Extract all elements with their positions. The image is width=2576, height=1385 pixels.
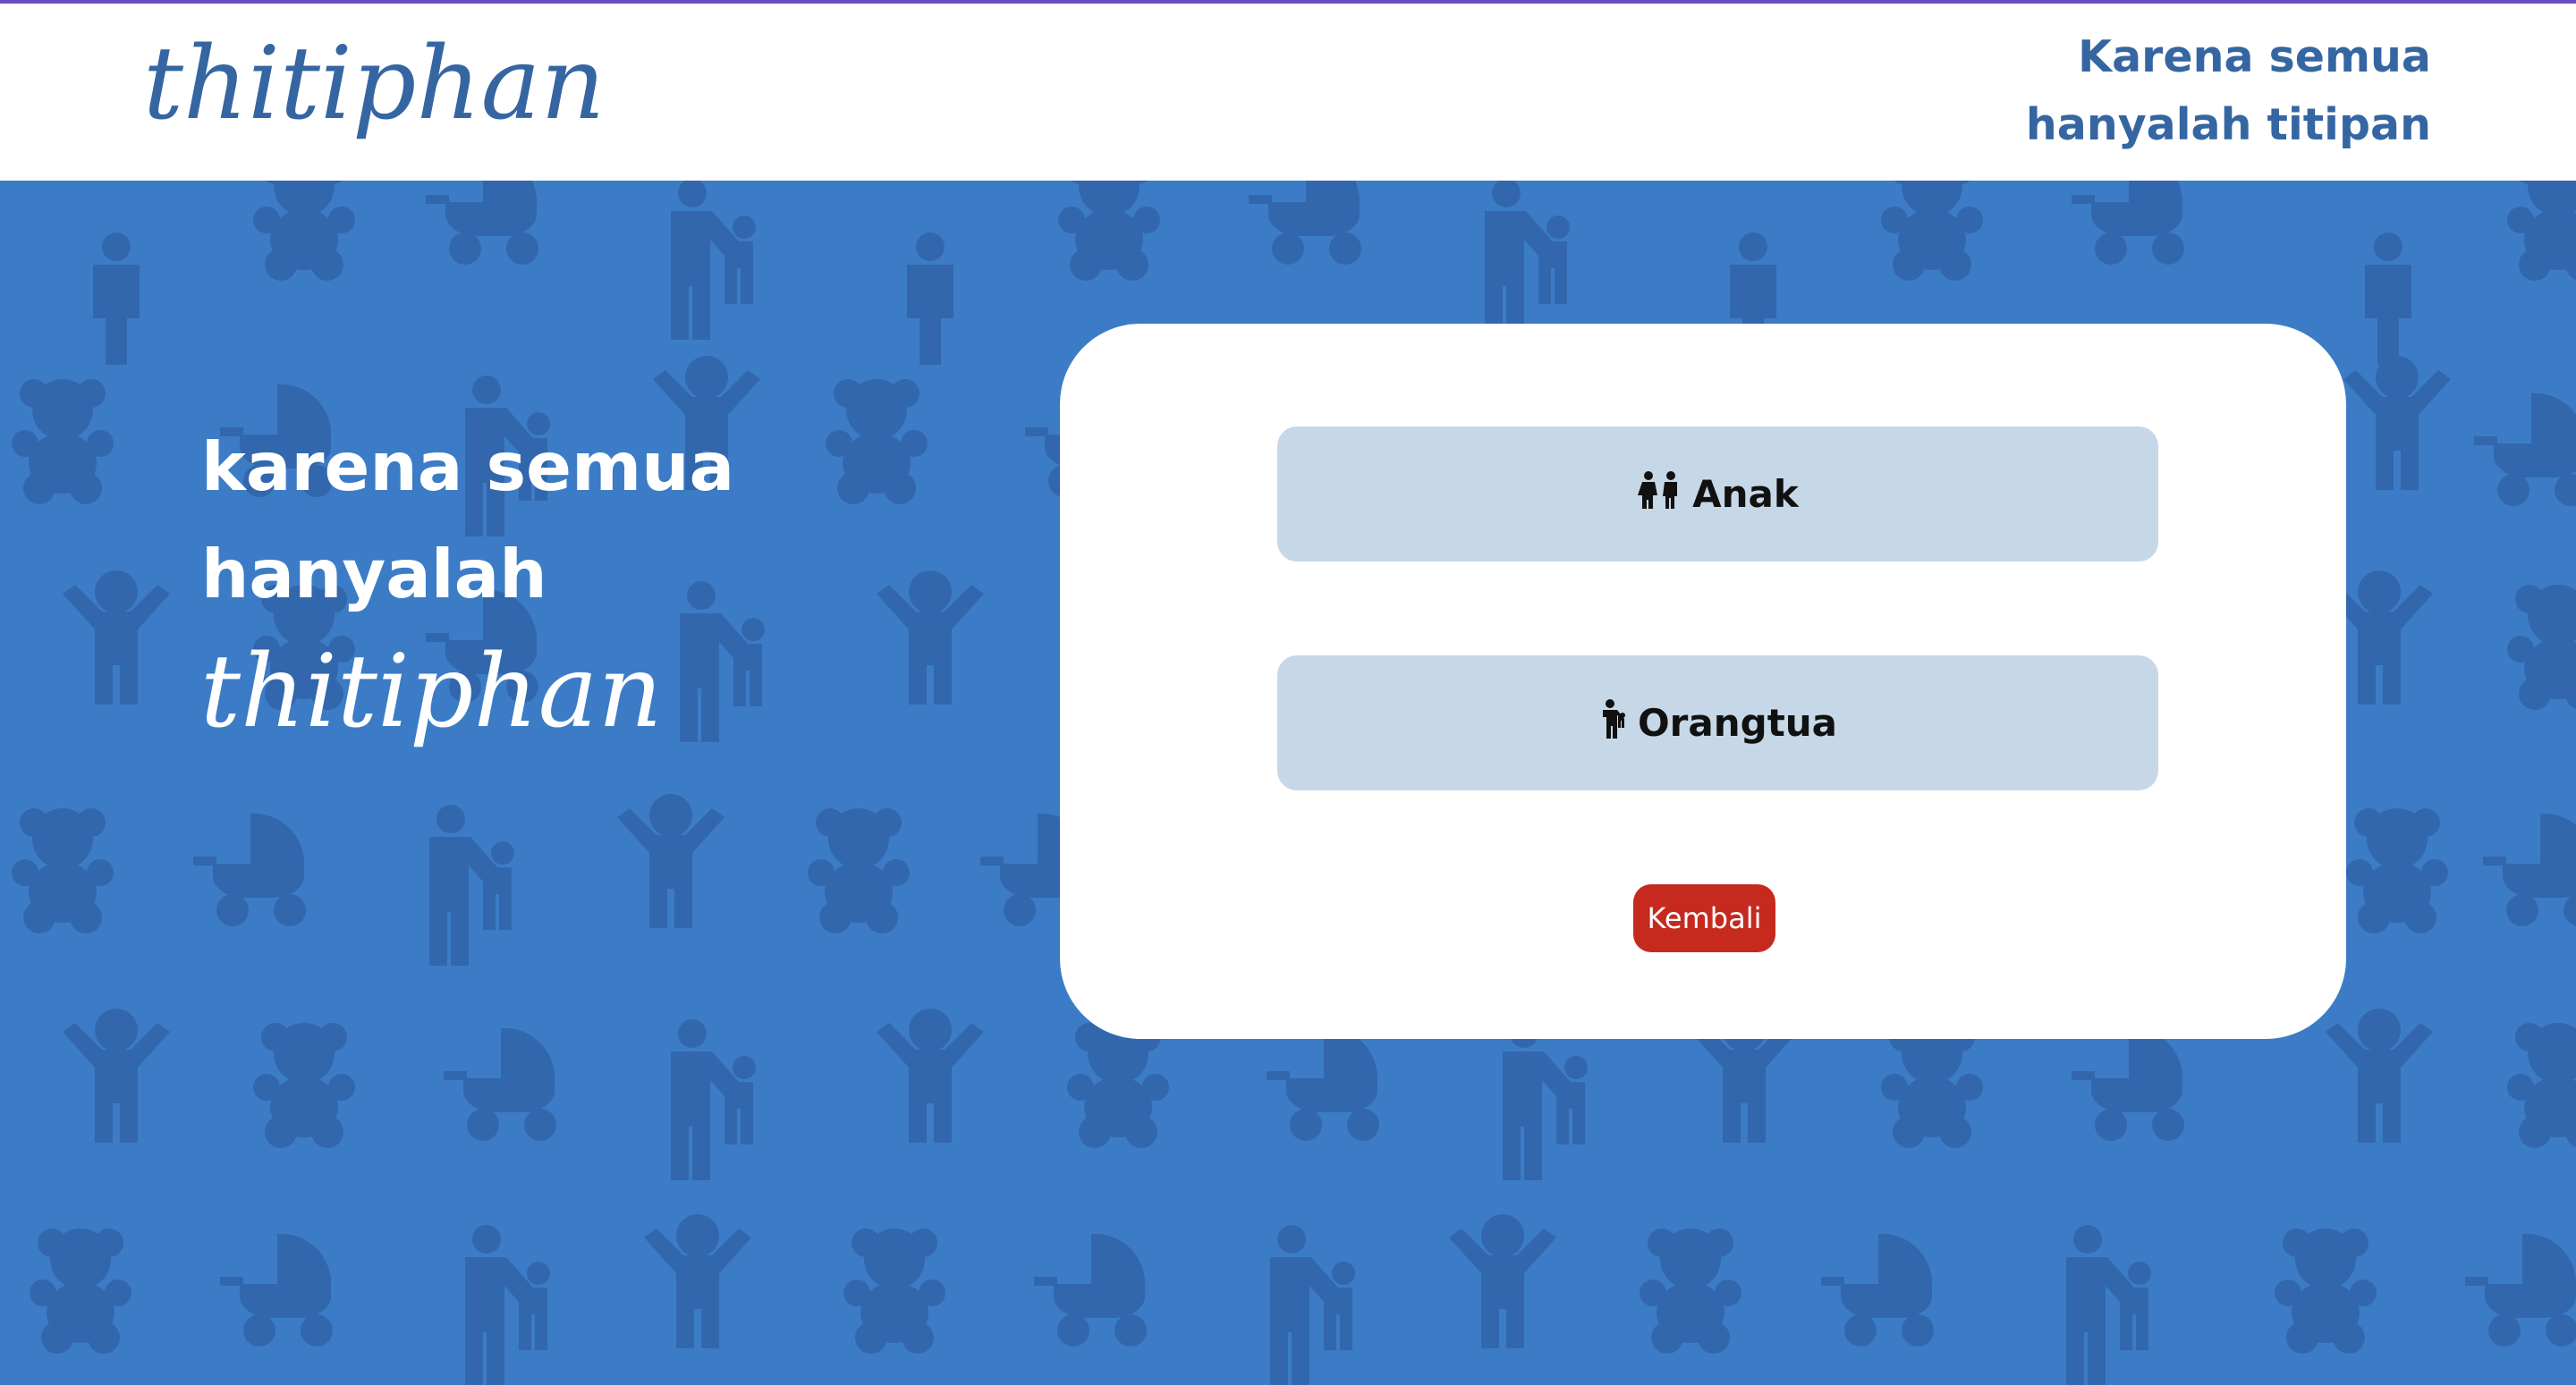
header-tagline-line2: hanyalah titipan [2025,99,2431,150]
role-selection-card: Anak Orangtua Kembali [1060,324,2346,1039]
parent-child-icon [1598,698,1629,747]
header-tagline-line1: Karena semua [2078,31,2431,82]
hero-slogan: karena semua hanyalah [201,413,734,628]
hero-line2: hanyalah [201,535,547,613]
hero-logo: thitiphan [200,634,701,756]
role-button-anak[interactable]: Anak [1277,426,2158,562]
back-button[interactable]: Kembali [1633,884,1775,952]
hero-logo-wordmark: thitiphan [200,634,663,750]
site-header: thitiphan Karena semua hanyalah titipan [0,4,2576,181]
children-icon [1637,470,1683,519]
svg-text:thitiphan: thitiphan [200,637,663,750]
role-button-orangtua[interactable]: Orangtua [1277,655,2158,790]
header-tagline: Karena semua hanyalah titipan [2026,23,2431,159]
svg-text:thitiphan: thitiphan [143,29,606,142]
logo-wordmark: thitiphan [143,26,606,142]
site-logo[interactable]: thitiphan [143,26,626,148]
hero-line1: karena semua [201,427,735,506]
hero-section: karena semua hanyalah thitiphan Anak Ora… [0,181,2576,1385]
role-label-anak: Anak [1692,472,1799,516]
role-label-orangtua: Orangtua [1637,701,1838,745]
